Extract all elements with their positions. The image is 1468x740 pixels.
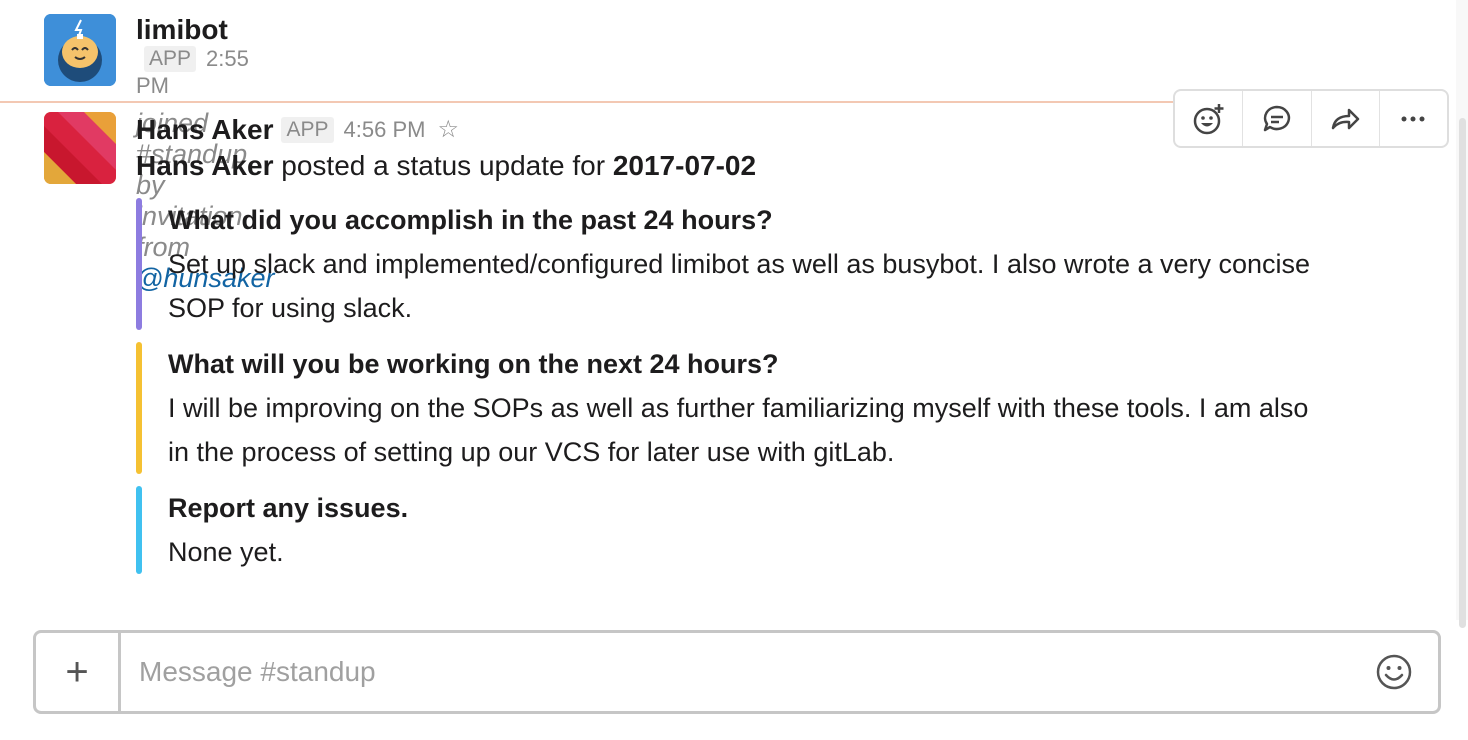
- attachment-issues: Report any issues. None yet.: [136, 486, 1386, 574]
- attachment-title: What did you accomplish in the past 24 h…: [168, 205, 773, 235]
- author-name[interactable]: limibot: [136, 14, 228, 45]
- scrollbar-thumb[interactable]: [1459, 118, 1466, 628]
- plus-icon: +: [65, 649, 89, 694]
- message-composer: +: [33, 630, 1441, 714]
- status-text: posted a status update for: [273, 150, 613, 181]
- status-update-line: Hans Aker posted a status update for 201…: [136, 150, 1386, 182]
- new-messages-divider: [0, 101, 1176, 103]
- limibot-avatar[interactable]: [44, 14, 116, 86]
- message-input[interactable]: [121, 633, 1350, 711]
- status-author: Hans Aker: [136, 150, 274, 181]
- app-logo-icon: [44, 112, 116, 184]
- hans-aker-avatar[interactable]: [44, 112, 116, 184]
- status-date: 2017-07-02: [612, 150, 757, 181]
- attachment-color-bar: [136, 198, 142, 330]
- star-icon[interactable]: ☆: [437, 116, 459, 143]
- app-badge: APP: [144, 46, 197, 72]
- attachment-title: What will you be working on the next 24 …: [168, 349, 779, 379]
- timestamp[interactable]: 4:56 PM: [344, 117, 426, 142]
- app-badge: APP: [281, 117, 334, 143]
- scrollbar[interactable]: [1456, 0, 1468, 628]
- more-actions-icon: [1401, 116, 1425, 121]
- attachment-text: Set up slack and implemented/configured …: [168, 249, 1311, 323]
- attachment-text: I will be improving on the SOPs as well …: [168, 393, 1309, 467]
- robot-icon: [44, 14, 116, 86]
- attachment-color-bar: [136, 342, 142, 474]
- emoji-button[interactable]: [1350, 633, 1438, 711]
- attachment-color-bar: [136, 486, 142, 574]
- more-actions-button[interactable]: [1380, 91, 1447, 146]
- attachment-accomplished: What did you accomplish in the past 24 h…: [136, 198, 1386, 330]
- emoji-icon: [1376, 654, 1412, 690]
- attachment-next: What will you be working on the next 24 …: [136, 342, 1386, 474]
- add-attachment-button[interactable]: +: [36, 633, 121, 711]
- author-name[interactable]: Hans Aker: [136, 114, 273, 145]
- attachment-title: Report any issues.: [168, 493, 409, 523]
- attachment-text: None yet.: [168, 537, 284, 567]
